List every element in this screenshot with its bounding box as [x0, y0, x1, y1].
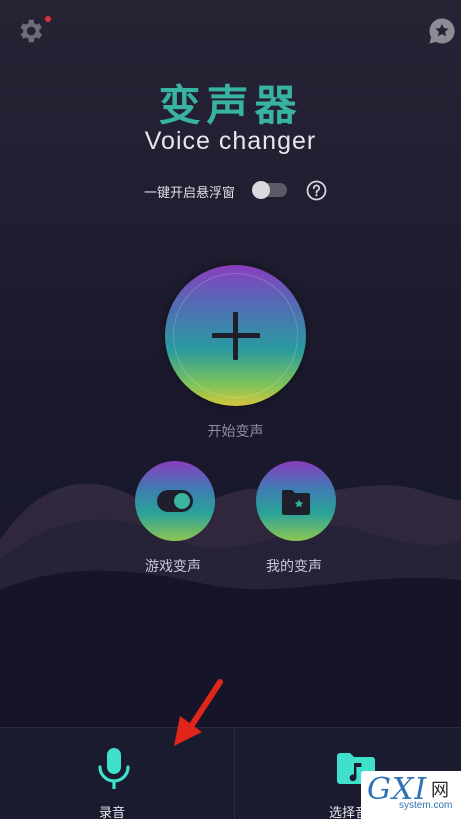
record-tab-label: 录音 [99, 806, 126, 819]
plus-icon [212, 312, 260, 360]
notification-dot [45, 16, 51, 22]
star-bubble-icon[interactable] [427, 16, 457, 46]
floating-window-label: 一键开启悬浮窗 [144, 186, 236, 201]
app-title: 变声器 [158, 81, 303, 130]
watermark-site: system.com [399, 800, 453, 811]
background-waves [0, 483, 461, 730]
toggle-icon [157, 490, 193, 512]
watermark-net: 网 [431, 780, 449, 801]
start-voice-change-button[interactable] [165, 265, 306, 406]
site-watermark: GXI 网 system.com [361, 771, 461, 819]
red-arrow-annotation [174, 679, 223, 746]
toggle-knob[interactable] [252, 181, 270, 199]
settings-gear-icon[interactable] [15, 16, 45, 46]
question-circle-icon[interactable] [306, 180, 327, 201]
my-voice-label: 我的变声 [266, 559, 322, 575]
my-voice-button[interactable] [256, 461, 336, 541]
game-voice-label: 游戏变声 [145, 559, 201, 575]
microphone-icon [98, 748, 130, 789]
start-voice-change-label: 开始变声 [207, 424, 264, 440]
star-folder-icon [282, 490, 310, 515]
app-subtitle: Voice changer [144, 127, 317, 155]
game-voice-button[interactable] [135, 461, 215, 541]
